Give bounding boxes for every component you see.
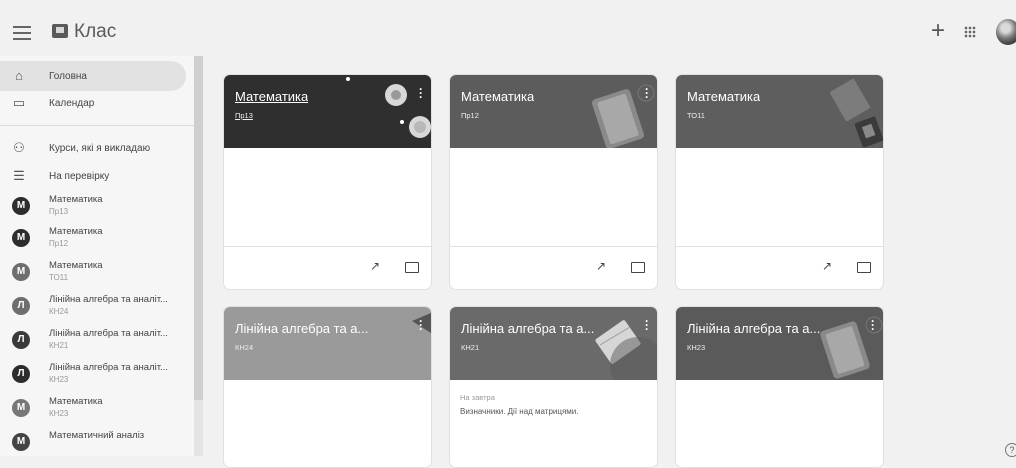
course-avatar: М xyxy=(12,229,30,247)
app-title[interactable]: Клас xyxy=(74,21,116,43)
sidebar-course-item[interactable]: Л Лінійна алгебра та аналіт... КН21 xyxy=(0,325,194,359)
sidebar-course-item[interactable]: Л Лінійна алгебра та аналіт... КН24 xyxy=(0,291,194,325)
card-header-illustration xyxy=(591,84,655,148)
card-header: Математика Пр13 · · · xyxy=(224,75,431,148)
sidebar-course-item[interactable]: М Математика Пр12 xyxy=(0,223,194,257)
card-section[interactable]: ТО11 xyxy=(687,111,705,120)
card-title[interactable]: Математика xyxy=(687,89,760,104)
card-title[interactable]: Математика xyxy=(235,89,308,104)
course-avatar: Л xyxy=(12,297,30,315)
course-section: ТО11 xyxy=(49,273,69,282)
classroom-logo-icon[interactable] xyxy=(52,24,68,38)
course-section: КН24 xyxy=(49,307,69,316)
card-title[interactable]: Лінійна алгебра та а... xyxy=(235,321,368,336)
card-section[interactable]: Пр13 xyxy=(235,111,253,120)
card-header-illustration xyxy=(830,79,883,148)
sidebar-item-label: На перевірку xyxy=(49,170,110,182)
sidebar-scrollbar[interactable] xyxy=(194,56,203,400)
sidebar-item-label: Календар xyxy=(49,97,95,109)
more-options-icon[interactable]: · · · xyxy=(645,83,649,103)
course-card[interactable]: Лінійна алгебра та а... КН24 · · · xyxy=(223,306,432,468)
sidebar-item-label: Головна xyxy=(49,70,87,82)
avatar[interactable] xyxy=(996,19,1016,45)
sidebar-item-label: Курси, які я викладаю xyxy=(49,142,151,154)
course-name: Математика xyxy=(49,396,103,407)
help-icon[interactable]: ? xyxy=(1005,443,1016,457)
card-section[interactable]: КН24 xyxy=(235,343,253,352)
course-name: Лінійна алгебра та аналіт... xyxy=(49,362,168,373)
menu-icon[interactable] xyxy=(13,22,31,42)
course-avatar: Л xyxy=(12,365,30,383)
sidebar-divider xyxy=(0,125,194,126)
course-name: Лінійна алгебра та аналіт... xyxy=(49,294,168,305)
plus-icon[interactable]: + xyxy=(931,19,945,43)
people-icon: ⚇ xyxy=(13,140,25,155)
sidebar-course-item[interactable]: М Математика КН23 xyxy=(0,393,194,427)
course-section: КН23 xyxy=(49,375,69,384)
sidebar-item-calendar[interactable]: ▭ Календар xyxy=(0,88,186,118)
sidebar-item-home[interactable]: ⌂ Головна xyxy=(0,61,186,91)
course-section: Пр13 xyxy=(49,207,69,216)
course-section: КН21 xyxy=(49,341,69,350)
card-section[interactable]: КН21 xyxy=(461,343,479,352)
due-label: На завтра xyxy=(460,393,495,402)
course-section: Пр12 xyxy=(49,239,69,248)
card-header: Лінійна алгебра та а... КН24 · · · xyxy=(224,307,431,380)
gradebook-trend-icon[interactable]: ↗ xyxy=(596,259,606,273)
course-card[interactable]: Лінійна алгебра та а... КН23 · · · xyxy=(675,306,884,468)
review-icon: ☰ xyxy=(13,168,25,183)
card-header: Математика ТО11 xyxy=(676,75,883,148)
folder-icon[interactable] xyxy=(405,262,419,273)
sidebar-item-teaching[interactable]: ⚇ Курси, які я викладаю xyxy=(0,133,186,163)
card-header: Лінійна алгебра та а... КН23 · · · xyxy=(676,307,883,380)
card-header-illustration xyxy=(820,316,883,379)
gradebook-trend-icon[interactable]: ↗ xyxy=(822,259,832,273)
course-name: Математика xyxy=(49,260,103,271)
card-title[interactable]: Лінійна алгебра та а... xyxy=(461,321,594,336)
course-card[interactable]: Лінійна алгебра та а... КН21 · · · На завт… xyxy=(449,306,658,468)
card-header: Лінійна алгебра та а... КН21 · · · xyxy=(450,307,657,380)
folder-icon[interactable] xyxy=(857,262,871,273)
sidebar-item-to-review[interactable]: ☰ На перевірку xyxy=(0,161,186,191)
course-avatar: М xyxy=(12,433,30,451)
apps-grid-icon[interactable] xyxy=(964,26,976,38)
sidebar-course-item[interactable]: М Математика ТО11 xyxy=(0,257,194,291)
calendar-icon: ▭ xyxy=(12,95,26,110)
card-header-illustration xyxy=(346,77,431,138)
home-icon: ⌂ xyxy=(15,68,23,83)
course-name: Математика xyxy=(49,194,103,205)
card-divider xyxy=(450,246,657,247)
course-name: Математичний аналіз xyxy=(49,430,145,441)
card-title[interactable]: Математика xyxy=(461,89,534,104)
more-options-icon[interactable]: · · · xyxy=(419,83,423,103)
card-divider xyxy=(676,246,883,247)
course-card[interactable]: Математика Пр13 · · · ↗ xyxy=(223,74,432,290)
card-section[interactable]: Пр12 xyxy=(461,111,479,120)
course-card[interactable]: Математика Пр12 · · · ↗ xyxy=(449,74,658,290)
gradebook-trend-icon[interactable]: ↗ xyxy=(370,259,380,273)
sidebar-course-item[interactable]: Л Лінійна алгебра та аналіт... КН23 xyxy=(0,359,194,393)
course-name: Лінійна алгебра та аналіт... xyxy=(49,328,168,339)
card-divider xyxy=(224,246,431,247)
folder-icon[interactable] xyxy=(631,262,645,273)
course-name: Математика xyxy=(49,226,103,237)
card-header-illustration xyxy=(595,320,657,380)
course-avatar: М xyxy=(12,399,30,417)
sidebar: ⌂ Головна ▭ Календар ⚇ Курси, які я викл… xyxy=(0,56,194,456)
more-options-icon[interactable]: · · · xyxy=(419,315,423,335)
course-card[interactable]: Математика ТО11 ↗ xyxy=(675,74,884,290)
course-avatar: Л xyxy=(12,331,30,349)
assignment-link[interactable]: Визначники. Дії над матрицями. xyxy=(460,407,579,416)
course-avatar: М xyxy=(12,263,30,281)
sidebar-course-item[interactable]: М Математичний аналіз xyxy=(0,427,194,456)
more-options-icon[interactable]: · · · xyxy=(871,315,875,335)
card-header-illustration xyxy=(412,313,431,333)
card-title[interactable]: Лінійна алгебра та а... xyxy=(687,321,820,336)
more-options-icon[interactable]: · · · xyxy=(645,315,649,335)
card-section[interactable]: КН23 xyxy=(687,343,705,352)
course-section: КН23 xyxy=(49,409,69,418)
sidebar-course-item[interactable]: М Математика Пр13 xyxy=(0,191,194,225)
card-header: Математика Пр12 · · · xyxy=(450,75,657,148)
course-avatar: М xyxy=(12,197,30,215)
